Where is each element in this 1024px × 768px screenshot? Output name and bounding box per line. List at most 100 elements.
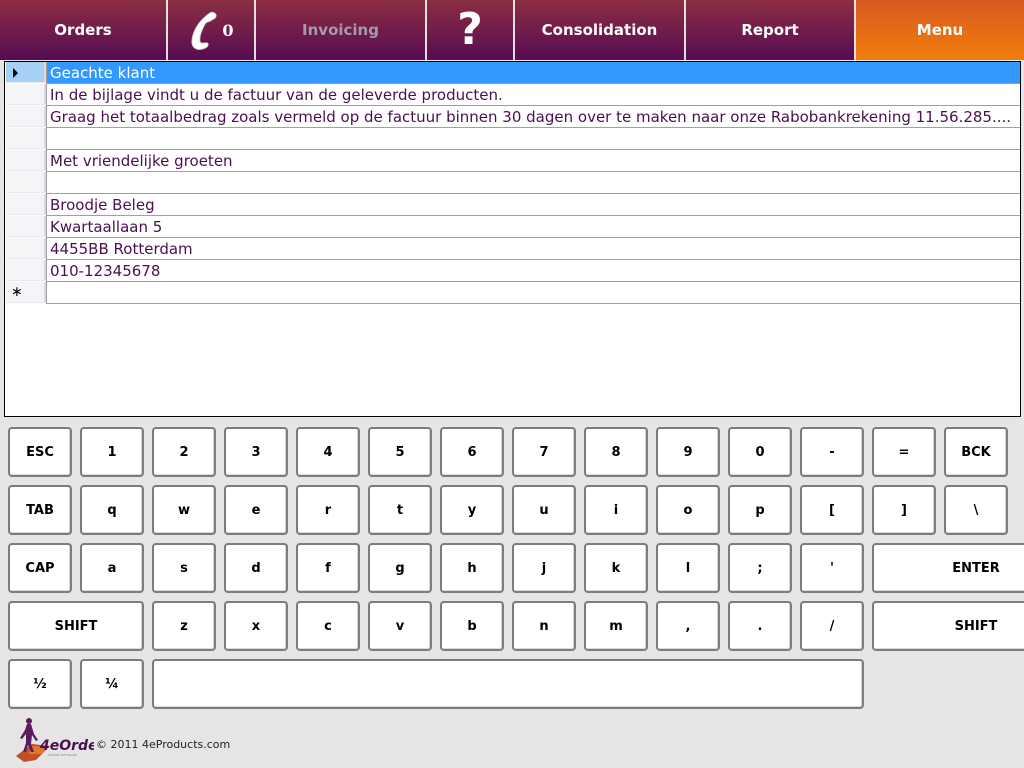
key-d[interactable]: d [224, 543, 288, 593]
grid-cell[interactable]: Kwartaallaan 5 [46, 216, 1020, 238]
key[interactable]: . [728, 601, 792, 651]
grid-cell[interactable]: Graag het totaalbedrag zoals vermeld op … [46, 106, 1020, 128]
key-y[interactable]: y [440, 485, 504, 535]
key-h[interactable]: h [440, 543, 504, 593]
row-header[interactable] [6, 128, 46, 149]
key-m[interactable]: m [584, 601, 648, 651]
row-header[interactable] [6, 260, 46, 281]
grid-cell[interactable]: 010-12345678 [46, 260, 1020, 282]
grid-cell[interactable]: Met vriendelijke groeten [46, 150, 1020, 172]
invoicing-tab[interactable]: Invoicing [256, 0, 427, 60]
row-header[interactable] [6, 84, 46, 105]
key-2[interactable]: 2 [152, 427, 216, 477]
grid-cell[interactable] [46, 128, 1020, 150]
key-4[interactable]: 4 [296, 427, 360, 477]
tab-key[interactable]: TAB [8, 485, 72, 535]
top-navigation-bar: Orders 0 Invoicing ? Consolidation Repor… [0, 0, 1024, 60]
key-s[interactable]: s [152, 543, 216, 593]
key-6[interactable]: 6 [440, 427, 504, 477]
orders-tab[interactable]: Orders [0, 0, 168, 60]
row-header[interactable] [6, 172, 46, 193]
key[interactable]: / [800, 601, 864, 651]
key-r[interactable]: r [296, 485, 360, 535]
grid-row[interactable]: Met vriendelijke groeten [6, 150, 1020, 172]
key-n[interactable]: n [512, 601, 576, 651]
row-header[interactable] [6, 150, 46, 171]
grid-row[interactable]: 010-12345678 [6, 260, 1020, 282]
key-g[interactable]: g [368, 543, 432, 593]
key-o[interactable]: o [656, 485, 720, 535]
key-l[interactable]: l [656, 543, 720, 593]
key-i[interactable]: i [584, 485, 648, 535]
key[interactable]: = [872, 427, 936, 477]
row-header[interactable] [6, 238, 46, 259]
key-c[interactable]: c [296, 601, 360, 651]
row-header[interactable]: ∗ [6, 282, 46, 303]
menu-tab[interactable]: Menu [856, 0, 1024, 60]
key[interactable]: - [800, 427, 864, 477]
key-k[interactable]: k [584, 543, 648, 593]
grid-row[interactable]: Geachte klant [6, 62, 1020, 84]
key-b[interactable]: b [440, 601, 504, 651]
grid-row[interactable]: Graag het totaalbedrag zoals vermeld op … [6, 106, 1020, 128]
key[interactable]: [ [800, 485, 864, 535]
esc-key[interactable]: ESC [8, 427, 72, 477]
key-1[interactable]: 1 [80, 427, 144, 477]
key-p[interactable]: p [728, 485, 792, 535]
key-q[interactable]: q [80, 485, 144, 535]
grid-row[interactable]: Broodje Beleg [6, 194, 1020, 216]
consolidation-tab[interactable]: Consolidation [515, 0, 686, 60]
text-lines-grid[interactable]: Geachte klant In de bijlage vindt u de fa… [4, 61, 1021, 417]
key[interactable]: ½ [8, 659, 72, 709]
key-3[interactable]: 3 [224, 427, 288, 477]
key-e[interactable]: e [224, 485, 288, 535]
grid-row[interactable] [6, 128, 1020, 150]
help-button[interactable]: ? [427, 0, 515, 60]
key[interactable]: \ [944, 485, 1008, 535]
4eorder-logo: 4eOrder ONLINE SOFTWARE [16, 718, 94, 762]
row-header[interactable] [6, 194, 46, 215]
shift-key[interactable]: SHIFT [8, 601, 144, 651]
grid-row[interactable]: 4455BB Rotterdam [6, 238, 1020, 260]
new-row[interactable]: ∗ [6, 282, 1020, 304]
grid-row[interactable] [6, 172, 1020, 194]
key-x[interactable]: x [224, 601, 288, 651]
bck-key[interactable]: BCK [944, 427, 1008, 477]
key-5[interactable]: 5 [368, 427, 432, 477]
key-v[interactable]: v [368, 601, 432, 651]
key[interactable]: , [656, 601, 720, 651]
shift-key[interactable]: SHIFT [872, 601, 1024, 651]
enter-key[interactable]: ENTER [872, 543, 1024, 593]
key-z[interactable]: z [152, 601, 216, 651]
phone-button[interactable]: 0 [168, 0, 256, 60]
key-7[interactable]: 7 [512, 427, 576, 477]
report-tab[interactable]: Report [686, 0, 856, 60]
grid-cell[interactable]: 4455BB Rotterdam [46, 238, 1020, 260]
phone-count: 0 [222, 20, 234, 40]
grid-cell[interactable]: In de bijlage vindt u de factuur van de … [46, 84, 1020, 106]
grid-cell[interactable]: Geachte klant [46, 62, 1020, 84]
key-0[interactable]: 0 [728, 427, 792, 477]
row-header[interactable] [6, 216, 46, 237]
key-f[interactable]: f [296, 543, 360, 593]
key-w[interactable]: w [152, 485, 216, 535]
key-8[interactable]: 8 [584, 427, 648, 477]
key-a[interactable]: a [80, 543, 144, 593]
key[interactable]: ; [728, 543, 792, 593]
grid-cell[interactable]: Broodje Beleg [46, 194, 1020, 216]
key-t[interactable]: t [368, 485, 432, 535]
row-header[interactable] [6, 62, 46, 83]
key[interactable]: ' [800, 543, 864, 593]
key[interactable]: ¼ [80, 659, 144, 709]
grid-row[interactable]: In de bijlage vindt u de factuur van de … [6, 84, 1020, 106]
grid-cell[interactable] [46, 282, 1020, 304]
cap-key[interactable]: CAP [8, 543, 72, 593]
row-header[interactable] [6, 106, 46, 127]
spacebar-key[interactable] [152, 659, 864, 709]
grid-row[interactable]: Kwartaallaan 5 [6, 216, 1020, 238]
key-9[interactable]: 9 [656, 427, 720, 477]
grid-cell[interactable] [46, 172, 1020, 194]
key[interactable]: ] [872, 485, 936, 535]
key-j[interactable]: j [512, 543, 576, 593]
key-u[interactable]: u [512, 485, 576, 535]
